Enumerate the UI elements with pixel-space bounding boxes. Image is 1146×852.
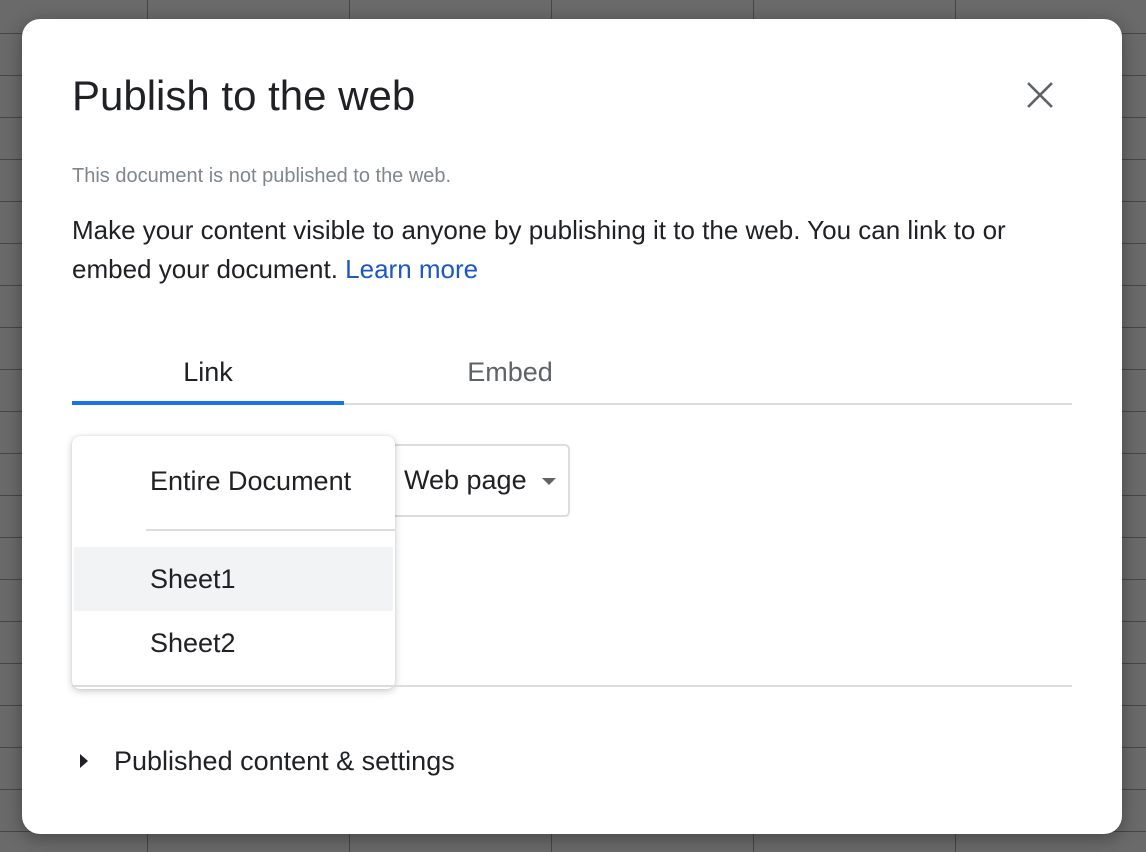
menu-item-sheet2[interactable]: Sheet2 [72, 611, 395, 675]
publish-dialog: Publish to the web This document is not … [22, 19, 1122, 834]
published-settings-toggle[interactable]: Published content & settings [80, 741, 455, 781]
publish-status-text: This document is not published to the we… [72, 165, 452, 187]
menu-divider [146, 529, 395, 531]
sheet-dropdown-menu: Entire Document Sheet1 Sheet2 [72, 436, 395, 689]
tab-embed[interactable]: Embed [374, 345, 646, 403]
description-body: Make your content visible to anyone by p… [72, 215, 1006, 284]
learn-more-link[interactable]: Learn more [345, 254, 478, 284]
close-button[interactable] [1018, 73, 1062, 117]
tab-bar: Link Embed [72, 345, 1072, 405]
triangle-right-icon [80, 754, 88, 768]
format-dropdown-value: Web page [404, 465, 527, 495]
menu-item-sheet1[interactable]: Sheet1 [74, 547, 393, 611]
close-icon [1027, 82, 1053, 108]
menu-item-entire-document[interactable]: Entire Document [72, 449, 395, 513]
published-settings-label: Published content & settings [114, 745, 455, 776]
description-text: Make your content visible to anyone by p… [72, 211, 1082, 289]
caret-down-icon [542, 478, 556, 485]
dialog-title: Publish to the web [72, 72, 416, 119]
tab-link[interactable]: Link [72, 345, 344, 405]
section-divider [72, 685, 1072, 687]
